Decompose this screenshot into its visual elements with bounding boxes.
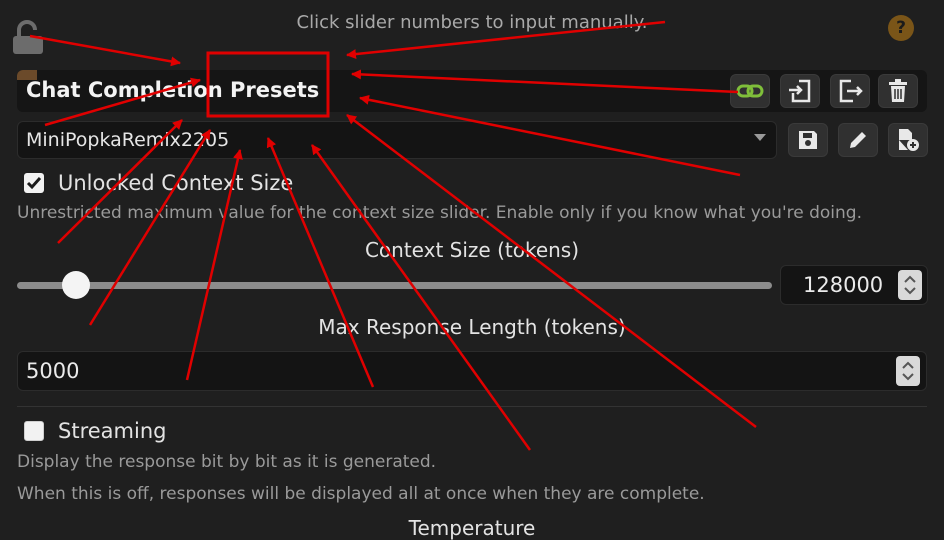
edit-icon [850, 132, 866, 148]
unlocked-context-description: Unrestricted maximum value for the conte… [17, 203, 862, 223]
context-size-slider-thumb[interactable] [62, 271, 90, 299]
max-response-value[interactable]: 5000 [26, 359, 79, 383]
context-size-stepper[interactable] [898, 270, 922, 300]
presets-title: Chat Completion Presets [26, 78, 320, 102]
hint-text: Click slider numbers to input manually. [296, 12, 648, 33]
annotation-arrow [29, 34, 181, 67]
streaming-description-2: When this is off, responses will be disp… [17, 484, 705, 504]
trash-icon [889, 79, 907, 102]
save-icon [799, 131, 817, 149]
import-icon [789, 79, 811, 103]
help-icon[interactable]: ? [888, 15, 914, 41]
max-response-title: Max Response Length (tokens) [318, 315, 626, 339]
context-size-title: Context Size (tokens) [364, 238, 580, 262]
annotation-arrow [88, 129, 212, 326]
new-preset-button[interactable] [888, 123, 928, 157]
delete-button[interactable] [878, 74, 918, 108]
stepper-icon [904, 275, 916, 295]
import-button[interactable] [780, 74, 820, 108]
context-size-value[interactable]: 128000 [803, 273, 883, 297]
streaming-description: Display the response bit by bit as it is… [17, 452, 437, 472]
temperature-title: Temperature [408, 516, 536, 540]
max-response-input[interactable] [17, 351, 927, 391]
link-icon [736, 84, 764, 98]
check-icon [26, 177, 42, 190]
save-preset-button[interactable] [788, 123, 828, 157]
export-icon [839, 79, 863, 103]
unlocked-context-checkbox[interactable] [24, 173, 44, 193]
context-size-slider-track[interactable] [17, 282, 772, 289]
new-file-icon [899, 129, 919, 151]
annotation-arrow [310, 144, 532, 451]
unlock-icon[interactable] [11, 20, 47, 56]
rename-preset-button[interactable] [838, 123, 878, 157]
streaming-checkbox[interactable] [24, 421, 44, 441]
export-button[interactable] [830, 74, 870, 108]
preset-select-value: MiniPopkaRemix2205 [26, 129, 230, 151]
streaming-label[interactable]: Streaming [58, 419, 166, 443]
link-button[interactable] [730, 74, 770, 108]
chevron-down-icon [754, 134, 766, 141]
divider [17, 406, 927, 407]
unlocked-context-label[interactable]: Unlocked Context Size [58, 171, 293, 195]
stepper-icon [902, 361, 914, 381]
max-response-stepper[interactable] [896, 356, 920, 386]
